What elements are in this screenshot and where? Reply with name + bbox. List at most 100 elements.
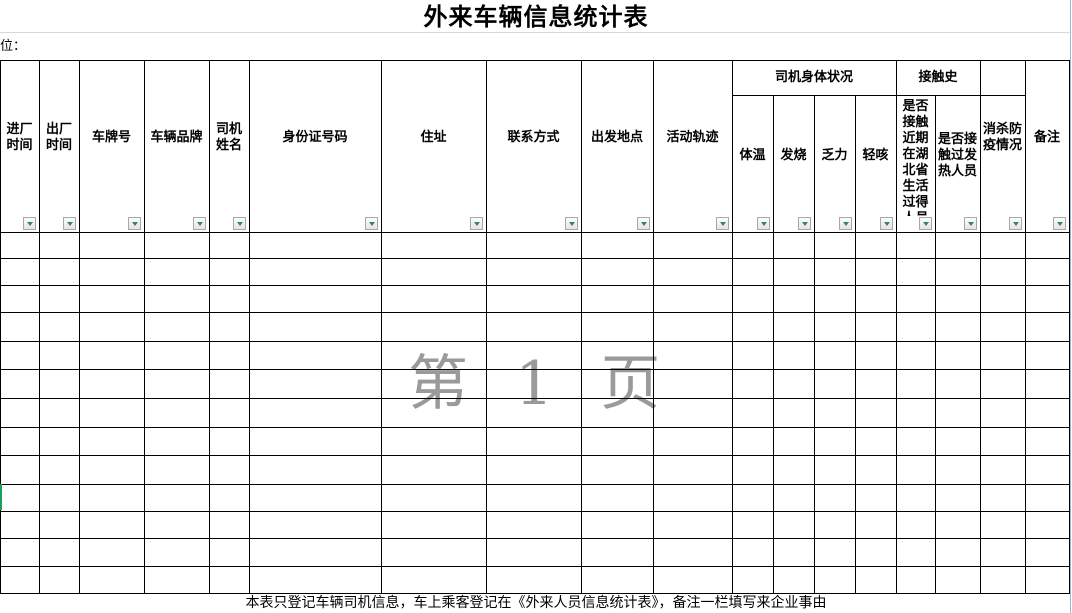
table-cell[interactable] bbox=[733, 512, 773, 538]
column-filter-dropdown[interactable] bbox=[63, 217, 76, 230]
table-cell[interactable] bbox=[815, 428, 855, 455]
column-filter-dropdown[interactable] bbox=[637, 217, 650, 230]
table-cell[interactable] bbox=[733, 370, 773, 398]
table-cell[interactable] bbox=[80, 512, 144, 538]
table-cell[interactable] bbox=[1, 233, 39, 258]
table-cell[interactable] bbox=[582, 539, 653, 566]
table-cell[interactable] bbox=[815, 456, 855, 484]
column-filter-dropdown[interactable] bbox=[193, 217, 206, 230]
table-cell[interactable] bbox=[1, 259, 39, 285]
table-cell[interactable] bbox=[250, 313, 381, 341]
table-cell[interactable] bbox=[250, 233, 381, 258]
table-cell[interactable] bbox=[40, 456, 79, 484]
table-cell[interactable] bbox=[1026, 233, 1069, 258]
table-cell[interactable] bbox=[815, 567, 855, 593]
table-cell[interactable] bbox=[654, 259, 732, 285]
table-cell[interactable] bbox=[981, 313, 1025, 341]
table-cell[interactable] bbox=[774, 512, 814, 538]
table-cell[interactable] bbox=[654, 567, 732, 593]
table-cell[interactable] bbox=[733, 259, 773, 285]
table-cell[interactable] bbox=[1026, 485, 1069, 511]
column-filter-dropdown[interactable] bbox=[233, 217, 246, 230]
column-filter-dropdown[interactable] bbox=[839, 217, 852, 230]
table-cell[interactable] bbox=[856, 286, 896, 312]
table-cell[interactable] bbox=[487, 428, 581, 455]
table-cell[interactable] bbox=[1026, 399, 1069, 427]
table-cell[interactable] bbox=[80, 233, 144, 258]
table-cell[interactable] bbox=[856, 539, 896, 566]
table-cell[interactable] bbox=[733, 342, 773, 369]
table-cell[interactable] bbox=[1, 512, 39, 538]
table-cell[interactable] bbox=[487, 456, 581, 484]
table-cell[interactable] bbox=[856, 399, 896, 427]
table-cell[interactable] bbox=[936, 512, 980, 538]
table-cell[interactable] bbox=[487, 259, 581, 285]
table-cell[interactable] bbox=[856, 567, 896, 593]
table-cell[interactable] bbox=[936, 259, 980, 285]
table-cell[interactable] bbox=[815, 485, 855, 511]
table-cell[interactable] bbox=[733, 456, 773, 484]
table-cell[interactable] bbox=[856, 512, 896, 538]
table-cell[interactable] bbox=[856, 370, 896, 398]
table-cell[interactable] bbox=[936, 456, 980, 484]
table-cell[interactable] bbox=[40, 539, 79, 566]
table-cell[interactable] bbox=[654, 313, 732, 341]
table-cell[interactable] bbox=[897, 399, 935, 427]
table-cell[interactable] bbox=[654, 512, 732, 538]
table-cell[interactable] bbox=[1, 567, 39, 593]
table-cell[interactable] bbox=[1026, 539, 1069, 566]
table-cell[interactable] bbox=[733, 539, 773, 566]
table-cell[interactable] bbox=[487, 485, 581, 511]
table-cell[interactable] bbox=[936, 233, 980, 258]
table-cell[interactable] bbox=[210, 485, 249, 511]
table-cell[interactable] bbox=[250, 456, 381, 484]
table-cell[interactable] bbox=[936, 342, 980, 369]
column-filter-dropdown[interactable] bbox=[919, 217, 932, 230]
table-cell[interactable] bbox=[654, 485, 732, 511]
table-cell[interactable] bbox=[80, 539, 144, 566]
table-cell[interactable] bbox=[981, 286, 1025, 312]
table-cell[interactable] bbox=[936, 370, 980, 398]
table-cell[interactable] bbox=[40, 399, 79, 427]
table-cell[interactable] bbox=[487, 233, 581, 258]
table-cell[interactable] bbox=[487, 512, 581, 538]
table-cell[interactable] bbox=[250, 399, 381, 427]
table-cell[interactable] bbox=[1, 370, 39, 398]
table-cell[interactable] bbox=[733, 233, 773, 258]
table-cell[interactable] bbox=[897, 286, 935, 312]
table-cell[interactable] bbox=[936, 313, 980, 341]
table-cell[interactable] bbox=[774, 233, 814, 258]
table-cell[interactable] bbox=[981, 512, 1025, 538]
table-cell[interactable] bbox=[1026, 286, 1069, 312]
table-cell[interactable] bbox=[40, 567, 79, 593]
table-cell[interactable] bbox=[80, 399, 144, 427]
table-cell[interactable] bbox=[1, 539, 39, 566]
table-cell[interactable] bbox=[1, 342, 39, 369]
table-cell[interactable] bbox=[897, 313, 935, 341]
table-cell[interactable] bbox=[145, 233, 209, 258]
table-cell[interactable] bbox=[487, 539, 581, 566]
table-cell[interactable] bbox=[210, 370, 249, 398]
table-cell[interactable] bbox=[80, 428, 144, 455]
table-cell[interactable] bbox=[382, 259, 486, 285]
table-cell[interactable] bbox=[40, 485, 79, 511]
column-filter-dropdown[interactable] bbox=[964, 217, 977, 230]
table-cell[interactable] bbox=[582, 286, 653, 312]
table-cell[interactable] bbox=[582, 233, 653, 258]
table-cell[interactable] bbox=[897, 567, 935, 593]
table-cell[interactable] bbox=[250, 567, 381, 593]
table-cell[interactable] bbox=[80, 313, 144, 341]
table-cell[interactable] bbox=[815, 512, 855, 538]
table-cell[interactable] bbox=[1026, 259, 1069, 285]
table-cell[interactable] bbox=[981, 539, 1025, 566]
table-cell[interactable] bbox=[774, 399, 814, 427]
table-cell[interactable] bbox=[733, 485, 773, 511]
table-cell[interactable] bbox=[1026, 370, 1069, 398]
table-cell[interactable] bbox=[80, 567, 144, 593]
table-cell[interactable] bbox=[897, 456, 935, 484]
table-cell[interactable] bbox=[981, 233, 1025, 258]
table-cell[interactable] bbox=[1026, 567, 1069, 593]
table-cell[interactable] bbox=[733, 428, 773, 455]
table-cell[interactable] bbox=[145, 539, 209, 566]
column-filter-dropdown[interactable] bbox=[757, 217, 770, 230]
